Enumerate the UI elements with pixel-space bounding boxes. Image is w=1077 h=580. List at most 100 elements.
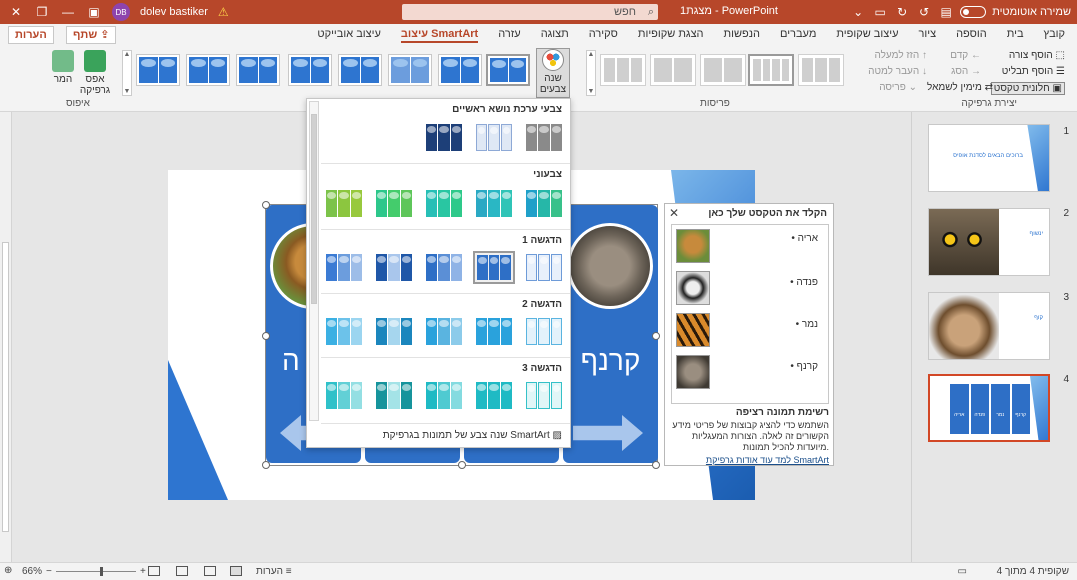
style-option-5[interactable] <box>288 54 332 86</box>
resize-handle[interactable] <box>652 461 660 469</box>
scrollbar-thumb[interactable] <box>2 242 9 532</box>
layout-option-2[interactable] <box>748 54 794 86</box>
list-item-label[interactable]: קרנף <box>797 361 818 372</box>
tab-smartart-design[interactable]: עיצוב SmartArt <box>400 28 479 43</box>
tiger-thumbnail[interactable] <box>676 313 710 347</box>
right-to-left-button[interactable]: מימין לשמאל ⇄ <box>927 82 993 93</box>
notes-button[interactable]: הערות ≡ <box>256 566 292 577</box>
swatch-accent1-1[interactable] <box>523 251 565 284</box>
present-icon[interactable]: ▭ <box>872 4 888 20</box>
minimize-window-icon[interactable]: — <box>60 4 76 20</box>
tab-slideshow[interactable]: הצגת שקופיות <box>638 28 704 43</box>
swatch-accent2-1[interactable] <box>523 315 565 348</box>
resize-handle[interactable] <box>262 461 270 469</box>
list-item[interactable]: • נמר <box>796 319 818 330</box>
list-item-label[interactable]: פנדה <box>796 277 818 288</box>
swatch-accent1-2[interactable] <box>473 251 515 284</box>
slideshow-view-icon[interactable] <box>148 566 160 576</box>
tab-animations[interactable]: הנפשות <box>724 28 760 43</box>
redo-icon[interactable]: ↻ <box>894 4 910 20</box>
comments-button[interactable]: הערות <box>8 26 54 44</box>
swatch-accent3-5[interactable] <box>323 379 365 412</box>
reading-view-icon[interactable] <box>176 566 188 576</box>
swatch-accent2-2[interactable] <box>473 315 515 348</box>
list-item[interactable]: • פנדה <box>790 277 818 288</box>
text-pane-list[interactable]: • אריה • פנדה • נמר • קרנף <box>671 224 829 404</box>
zoom-slider[interactable] <box>56 571 136 572</box>
swatch-primary-3[interactable] <box>423 121 465 154</box>
dropdown-scrollbar[interactable] <box>309 101 319 421</box>
tab-home[interactable]: בית <box>1007 28 1024 43</box>
swatch-accent1-5[interactable] <box>323 251 365 284</box>
add-bullet-button[interactable]: הוסף תבליט ☰ <box>1002 66 1065 77</box>
swatch-accent3-4[interactable] <box>373 379 415 412</box>
slide-thumbnail-1[interactable]: ברוכים הבאים לסדנת אופיס <box>928 124 1050 192</box>
layouts-gallery-scroll[interactable]: ▲ ▼ <box>586 50 596 96</box>
smartart-label-rhino[interactable]: קרנף <box>563 345 658 377</box>
slide-sorter-icon[interactable] <box>204 566 216 576</box>
style-option-6[interactable] <box>236 54 280 86</box>
move-down-button[interactable]: העבר למטה ↓ <box>868 66 927 77</box>
list-item[interactable]: • קרנף <box>790 361 818 372</box>
swatch-colorful-5[interactable] <box>323 187 365 220</box>
style-option-4[interactable] <box>338 54 382 86</box>
style-option-8[interactable] <box>136 54 180 86</box>
close-window-icon[interactable]: ✕ <box>8 4 24 20</box>
zoom-slider-thumb[interactable] <box>100 567 103 576</box>
style-option-3[interactable] <box>388 54 432 86</box>
tab-design[interactable]: עיצוב שקופית <box>836 28 898 43</box>
dropdown-scroll-thumb[interactable] <box>311 114 317 304</box>
zoom-out-icon[interactable]: − <box>46 566 52 577</box>
swatch-accent1-4[interactable] <box>373 251 415 284</box>
swatch-colorful-1[interactable] <box>523 187 565 220</box>
layout-option-1[interactable] <box>798 54 844 86</box>
restore-window-icon[interactable]: ❐ <box>34 4 50 20</box>
smartart-item-rhino[interactable]: קרנף <box>563 205 658 463</box>
zoom-in-icon[interactable]: + <box>140 566 146 577</box>
swatch-accent3-1[interactable] <box>523 379 565 412</box>
undo-icon[interactable]: ↺ <box>916 4 932 20</box>
slide-thumbnail-2[interactable]: ינשוף <box>928 208 1050 276</box>
tab-view[interactable]: תצוגה <box>541 28 569 43</box>
swatch-colorful-2[interactable] <box>473 187 515 220</box>
swatch-colorful-4[interactable] <box>373 187 415 220</box>
panda-thumbnail[interactable] <box>676 271 710 305</box>
zoom-level[interactable]: 66% <box>22 566 42 577</box>
layout-option-5[interactable] <box>600 54 646 86</box>
swatch-accent2-3[interactable] <box>423 315 465 348</box>
list-item-label[interactable]: אריה <box>798 233 818 244</box>
share-button[interactable]: שתף ⇪ <box>66 26 117 44</box>
style-option-1[interactable] <box>486 54 530 86</box>
autosave-toggle[interactable] <box>960 6 987 18</box>
avatar[interactable]: DB <box>112 3 130 21</box>
text-pane-button[interactable]: חלונית טקסט ▣ <box>990 82 1065 95</box>
tab-review[interactable]: סקירה <box>589 28 618 43</box>
layout-option-4[interactable] <box>650 54 696 86</box>
tab-insert[interactable]: הוספה <box>956 28 987 43</box>
save-icon[interactable]: ▤ <box>938 4 954 20</box>
swatch-accent3-2[interactable] <box>473 379 515 412</box>
close-icon[interactable]: ✕ <box>669 206 679 220</box>
swatch-accent3-3[interactable] <box>423 379 465 412</box>
reset-graphic-button[interactable]: אפס גרפיקה <box>78 50 112 96</box>
layout-option-3[interactable] <box>700 54 746 86</box>
tab-help[interactable]: עזרה <box>498 28 520 43</box>
tab-file[interactable]: קובץ <box>1044 28 1065 43</box>
resize-handle[interactable] <box>652 332 660 340</box>
user-name[interactable]: dolev bastiker <box>140 6 208 18</box>
slide-thumbnail-3[interactable]: קוף <box>928 292 1050 360</box>
rhino-photo[interactable] <box>567 223 653 309</box>
swatch-accent2-5[interactable] <box>323 315 365 348</box>
swatch-colorful-3[interactable] <box>423 187 465 220</box>
warning-icon[interactable]: ⚠ <box>218 5 229 19</box>
customize-toolbar-icon[interactable]: ⌄ <box>850 4 866 20</box>
swatch-primary-2[interactable] <box>473 121 515 154</box>
accessibility-icon[interactable]: ▭ <box>958 566 967 577</box>
add-shape-button[interactable]: הוסף צורה ⬚ <box>1009 50 1065 61</box>
change-colors-button[interactable]: שנה צבעים <box>536 48 570 98</box>
learn-more-link[interactable]: למד עוד אודות גרפיקת SmartArt <box>671 455 829 466</box>
normal-view-icon[interactable] <box>230 566 242 576</box>
layout-dropdown[interactable]: פריסה ⌄ <box>879 82 917 93</box>
recolor-pictures-option[interactable]: שנה צבע של תמונות בגרפיקת SmartArt ▨ <box>321 423 570 447</box>
swatch-primary-1[interactable] <box>523 121 565 154</box>
